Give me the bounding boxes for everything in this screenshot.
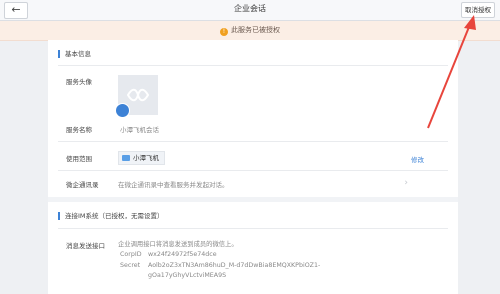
scope-value: 小潭飞机: [133, 154, 159, 162]
divider: [58, 141, 448, 142]
callback-label: 消息发送接口: [66, 242, 105, 250]
service-name-value: 小潭飞机会话: [120, 126, 159, 134]
corpid-value: wx24f24972f5e74dce: [148, 251, 217, 258]
service-avatar[interactable]: [115, 75, 158, 118]
callback-description: 企业调用接口将消息发送到成员的微信上。: [118, 241, 238, 248]
secret-label: Secret: [120, 262, 141, 269]
secret-value-line2: gOa17yGhyVLctviMEA9S: [148, 272, 227, 279]
contacts-value: 在微企通讯录中查看服务并发起对话。: [118, 181, 229, 189]
service-name-label: 服务名称: [66, 126, 92, 134]
revoke-authorization-button[interactable]: 取消授权: [461, 2, 495, 18]
service-detail-card: 基本信息 服务头像 服务名称 小潭飞机会话 使用范围 小潭飞机 修改 微企通讯录…: [48, 40, 458, 294]
divider: [58, 170, 448, 171]
divider: [58, 65, 448, 66]
chevron-right-icon[interactable]: ›: [404, 178, 408, 188]
scope-label: 使用范围: [66, 155, 92, 163]
section-gap: [48, 197, 458, 202]
divider: [58, 228, 448, 229]
notice-text: 此服务已被授权: [231, 26, 280, 34]
section-title-basic: 基本信息: [58, 50, 91, 58]
avatar-label: 服务头像: [66, 78, 92, 86]
warning-icon: !: [220, 28, 228, 36]
section-title-im: 连接IM系统（已授权，无需设置）: [58, 212, 164, 220]
folder-icon: [122, 155, 130, 161]
corpid-label: CorpID: [120, 251, 142, 258]
authorized-notice: ! 此服务已被授权: [0, 21, 500, 41]
avatar-icon: [127, 88, 149, 102]
top-bar: ← 企业会话 取消授权: [0, 0, 500, 21]
secret-value-line1: Aolb2oZ3xTN3Am86huD_M-d7dDwBia8EMQXKPbiO…: [148, 262, 321, 269]
contacts-label: 微企通讯录: [66, 181, 99, 189]
page-title: 企业会话: [234, 4, 266, 13]
edit-scope-link[interactable]: 修改: [411, 154, 424, 164]
scope-chip: 小潭飞机: [118, 151, 165, 165]
avatar-badge-icon: [115, 103, 130, 118]
